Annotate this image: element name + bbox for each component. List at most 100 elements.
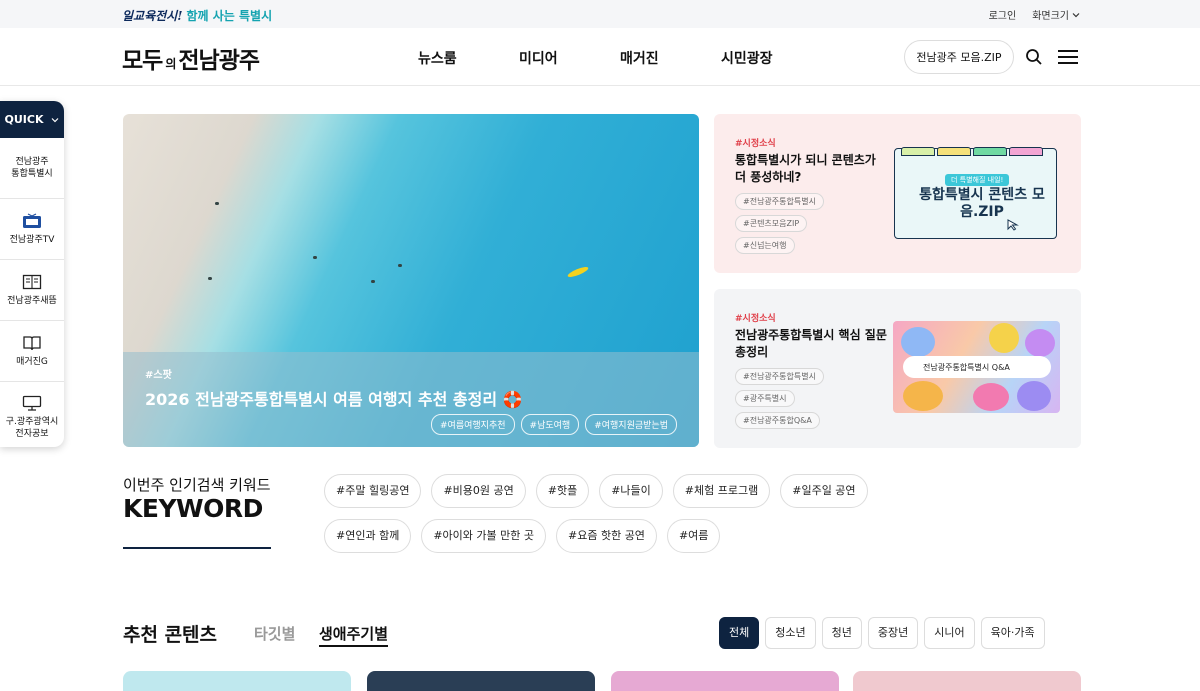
slogan-script: 일교육전시! <box>122 8 183 23</box>
filter-all[interactable]: 전체 <box>719 617 760 649</box>
balloon-letter <box>973 383 1009 411</box>
keyword-tag[interactable]: #아이와 가볼 만한 곳 <box>421 519 546 553</box>
card-chip[interactable]: #신넘는여행 <box>735 237 795 254</box>
hero-tag: #스팟 <box>145 370 172 381</box>
open-book-icon <box>23 335 41 350</box>
filter-parenting[interactable]: 육아·가족 <box>980 617 1045 649</box>
quick-item-magazine[interactable]: 매거진G <box>0 321 64 382</box>
tab-target[interactable]: 타깃별 <box>254 623 295 644</box>
quick-item-label: 전남광주 통합특별시 <box>11 157 53 179</box>
logo-part-b: 의 <box>165 57 176 71</box>
filter-senior[interactable]: 시니어 <box>924 617 975 649</box>
card-chip[interactable]: #광주특별시 <box>735 390 795 407</box>
cursor-icon <box>1007 219 1019 231</box>
keyword-subtitle: 이번주 인기검색 키워드 <box>123 476 271 494</box>
zip-button[interactable]: 전남광주 모음.ZIP <box>904 40 1014 74</box>
content-thumbnail[interactable] <box>123 671 351 691</box>
keyword-tag[interactable]: #비용0원 공연 <box>431 474 526 508</box>
content-thumbnail[interactable] <box>611 671 839 691</box>
card-tag: #시정소식 <box>735 139 776 149</box>
thumbnail-mini-label: 더 특별해질 내일! <box>945 174 1010 186</box>
card-chips: #전남광주통합특별시 #콘텐츠모음ZIP #신넘는여행 <box>735 193 824 254</box>
monitor-icon <box>22 395 42 411</box>
nav-item-magazine[interactable]: 매거진 <box>620 48 721 68</box>
quick-menu-header[interactable]: QUICK <box>0 101 64 138</box>
card-title[interactable]: 전남광주통합특별시 핵심 질문 총정리 <box>735 327 890 361</box>
content-thumbnail[interactable] <box>853 671 1081 691</box>
slogan: 일교육전시! 함께 사는 특별시 <box>122 6 272 24</box>
logo-part-c: 전남광주 <box>178 48 260 74</box>
chevron-down-icon <box>52 117 59 122</box>
news-card[interactable]: #시정소식 통합특별시가 되니 콘텐츠가 더 풍성하네? #전남광주통합특별시 … <box>714 114 1081 273</box>
lifecycle-filters: 전체 청소년 청년 중장년 시니어 육아·가족 <box>719 617 1045 649</box>
keyword-tag[interactable]: #체험 프로그램 <box>672 474 771 508</box>
hamburger-menu-icon[interactable] <box>1058 50 1078 64</box>
thumbnail-headline: 통합특별시 콘텐츠 모음.ZIP <box>919 187 1045 220</box>
zoom-control[interactable]: 화면크기 <box>1032 7 1080 22</box>
mascot <box>989 323 1019 353</box>
quick-item-tv[interactable]: 전남광주TV <box>0 199 64 260</box>
keyword-tag[interactable]: #요즘 핫한 공연 <box>556 519 657 553</box>
beach-person <box>371 280 375 283</box>
quick-item-label: 매거진G <box>16 356 48 367</box>
recommend-title: 추천 콘텐츠 <box>123 624 218 646</box>
filter-middle-aged[interactable]: 중장년 <box>867 617 919 649</box>
hero-chip[interactable]: #남도여행 <box>520 414 580 435</box>
keyword-tag[interactable]: #핫플 <box>535 474 590 508</box>
quick-item-label: 구.광주광역시 전자공보 <box>5 416 59 439</box>
keyword-tag[interactable]: #나들이 <box>599 474 663 508</box>
keyword-tag[interactable]: #여름 <box>666 519 721 553</box>
keyword-tag[interactable]: #주말 힐링공연 <box>324 474 422 508</box>
top-utility: 로그인 화면크기 <box>989 7 1080 22</box>
hero-title[interactable]: 2026 전남광주통합특별시 여름 여행지 추천 총정리 🛟 <box>145 386 523 410</box>
card-chip[interactable]: #콘텐츠모음ZIP <box>735 215 808 232</box>
balloon-letter <box>1025 329 1055 357</box>
quick-item-label: 전남광주새뜸 <box>7 295 57 306</box>
header: 모두 의 전남광주 뉴스룸 미디어 매거진 시민광장 전남광주 모음.ZIP <box>0 28 1200 86</box>
quick-item-gazette[interactable]: 구.광주광역시 전자공보 <box>0 382 64 447</box>
quick-item-saetteum[interactable]: 전남광주새뜸 <box>0 260 64 321</box>
beach-person <box>208 277 212 280</box>
keyword-tags: #주말 힐링공연 #비용0원 공연 #핫플 #나들이 #체험 프로그램 #일주일… <box>324 474 964 553</box>
news-card[interactable]: #시정소식 전남광주통합특별시 핵심 질문 총정리 #전남광주통합특별시 #광주… <box>714 289 1081 448</box>
kayak <box>566 265 590 279</box>
thumbnail-search-bar: 전남광주통합특별시 Q&A <box>903 356 1051 378</box>
quick-item-integrated-city[interactable]: 전남광주 통합특별시 <box>0 138 64 199</box>
keyword-underline <box>123 547 271 549</box>
chevron-down-icon <box>1072 12 1080 17</box>
keyword-tag[interactable]: #연인과 함께 <box>324 519 412 553</box>
card-chip[interactable]: #전남광주통합특별시 <box>735 193 824 210</box>
login-link[interactable]: 로그인 <box>989 7 1017 22</box>
book-icon <box>22 274 42 289</box>
card-chip[interactable]: #전남광주통합특별시 <box>735 368 824 385</box>
keyword-tag[interactable]: #일주일 공연 <box>780 474 868 508</box>
main-nav: 뉴스룸 미디어 매거진 시민광장 <box>418 48 822 68</box>
nav-item-media[interactable]: 미디어 <box>519 48 620 68</box>
balloon-letter <box>903 381 943 411</box>
top-bar: 일교육전시! 함께 사는 특별시 로그인 화면크기 <box>0 0 1200 28</box>
hero-banner[interactable]: #스팟 2026 전남광주통합특별시 여름 여행지 추천 총정리 🛟 #여름여행… <box>123 114 699 447</box>
filter-young-adult[interactable]: 청년 <box>821 617 862 649</box>
search-icon[interactable] <box>1025 48 1043 66</box>
card-thumbnail: 더 특별해질 내일! 통합특별시 콘텐츠 모음.ZIP <box>894 147 1057 239</box>
slogan-main: 함께 사는 특별시 <box>186 8 273 23</box>
site-logo[interactable]: 모두 의 전남광주 <box>122 41 260 75</box>
hero-chips: #여름여행지추천 #남도여행 #여행지원금받는법 <box>431 414 677 435</box>
content-thumbnail[interactable] <box>367 671 595 691</box>
filter-youth[interactable]: 청소년 <box>765 617 816 649</box>
card-title[interactable]: 통합특별시가 되니 콘텐츠가 더 풍성하네? <box>735 152 890 186</box>
card-thumbnail: 전남광주통합특별시 Q&A <box>893 321 1060 413</box>
card-tag: #시정소식 <box>735 314 776 324</box>
beach-person <box>313 256 317 259</box>
tab-lifecycle[interactable]: 생애주기별 <box>319 623 389 647</box>
card-chip[interactable]: #전남광주통합Q&A <box>735 412 820 429</box>
nav-item-citizen[interactable]: 시민광장 <box>721 48 822 68</box>
keyword-title: KEYWORD <box>123 494 263 523</box>
zoom-label: 화면크기 <box>1032 11 1069 22</box>
beach-person <box>398 264 402 267</box>
logo-part-a: 모두 <box>122 48 163 74</box>
hero-chip[interactable]: #여행지원금받는법 <box>585 414 677 435</box>
balloon-letter <box>901 327 935 357</box>
hero-chip[interactable]: #여름여행지추천 <box>431 414 515 435</box>
nav-item-newsroom[interactable]: 뉴스룸 <box>418 48 519 68</box>
